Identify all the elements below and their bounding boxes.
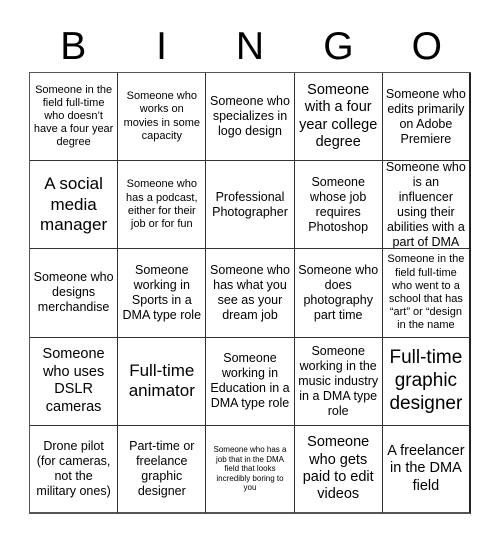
bingo-cell-o5[interactable]: A freelancer in the DMA field bbox=[382, 425, 471, 514]
bingo-cell-text: Someone whose job requires Photoshop bbox=[308, 174, 369, 234]
bingo-cell-o3[interactable]: Someone in the field full-time who went … bbox=[382, 249, 471, 338]
bingo-cell-text: Someone who is an influencer using their… bbox=[385, 161, 466, 249]
bingo-cell-b4[interactable]: Someone who uses DSLR cameras bbox=[30, 337, 119, 426]
bingo-cell-text: Someone who has a job that in the DMA fi… bbox=[213, 444, 287, 493]
bingo-cell-text: Someone who has what you see as your dre… bbox=[210, 262, 290, 322]
header-letter-n: N bbox=[235, 25, 265, 68]
bingo-cell-n3[interactable]: Someone who has what you see as your dre… bbox=[206, 249, 295, 338]
bingo-cell-g3[interactable]: Someone who does photography part time bbox=[294, 249, 383, 338]
bingo-cell-text: Full-time animator bbox=[128, 360, 195, 401]
bingo-cell-b3[interactable]: Someone who designs merchandise bbox=[30, 249, 119, 338]
bingo-cell-i2[interactable]: Someone who has a podcast, either for th… bbox=[118, 161, 207, 250]
bingo-cell-text: Part-time or freelance graphic designer bbox=[129, 438, 195, 498]
bingo-cell-text: Someone with a four year college degree bbox=[299, 81, 378, 150]
bingo-cell-text: Someone who has a podcast, either for th… bbox=[126, 178, 198, 230]
bingo-cell-g1[interactable]: Someone with a four year college degree bbox=[294, 73, 383, 162]
bingo-cell-b5[interactable]: Drone pilot (for cameras, not the milita… bbox=[30, 425, 119, 514]
header-letter-i: I bbox=[156, 25, 168, 68]
bingo-cell-text: A freelancer in the DMA field bbox=[387, 442, 465, 494]
bingo-cell-text: A social media manager bbox=[40, 174, 108, 234]
bingo-header: B I N G O bbox=[29, 22, 471, 72]
header-letter-g: G bbox=[323, 25, 354, 68]
bingo-cell-i1[interactable]: Someone who works on movies in some capa… bbox=[118, 73, 207, 162]
bingo-cell-text: Someone who does photography part time bbox=[298, 262, 379, 322]
bingo-cell-text: Someone who works on movies in some capa… bbox=[123, 90, 200, 142]
bingo-cell-n4[interactable]: Someone working in Education in a DMA ty… bbox=[206, 337, 295, 426]
bingo-cell-i4[interactable]: Full-time animator bbox=[118, 337, 207, 426]
bingo-cell-n5[interactable]: Someone who has a job that in the DMA fi… bbox=[206, 425, 295, 514]
bingo-board: Someone in the field full-time who doesn… bbox=[29, 72, 471, 514]
bingo-cell-g2[interactable]: Someone whose job requires Photoshop bbox=[294, 161, 383, 250]
bingo-cell-text: Someone working in the music industry in… bbox=[298, 343, 379, 418]
bingo-cell-text: Someone working in Education in a DMA ty… bbox=[210, 351, 290, 411]
bingo-cell-n1[interactable]: Someone who specializes in logo design bbox=[206, 73, 295, 162]
bingo-cell-text: Someone who uses DSLR cameras bbox=[42, 346, 105, 415]
bingo-cell-o1[interactable]: Someone who edits primarily on Adobe Pre… bbox=[382, 73, 471, 162]
bingo-cell-text: Someone working in Sports in a DMA type … bbox=[122, 262, 202, 322]
bingo-cell-text: Someone in the field full-time who doesn… bbox=[33, 83, 114, 149]
header-letter-o: O bbox=[411, 25, 442, 68]
bingo-cell-o2[interactable]: Someone who is an influencer using their… bbox=[382, 161, 471, 250]
bingo-cell-text: Someone who designs merchandise bbox=[33, 270, 114, 315]
bingo-cell-text: Someone in the field full-time who went … bbox=[387, 253, 465, 332]
bingo-cell-text: Full-time graphic designer bbox=[389, 347, 463, 414]
bingo-cell-g4[interactable]: Someone working in the music industry in… bbox=[294, 337, 383, 426]
bingo-cell-b1[interactable]: Someone in the field full-time who doesn… bbox=[30, 73, 119, 162]
bingo-cell-text: Someone who specializes in logo design bbox=[210, 94, 290, 139]
bingo-cell-g5[interactable]: Someone who gets paid to edit videos bbox=[294, 425, 383, 514]
bingo-cell-b2[interactable]: A social media manager bbox=[30, 161, 119, 250]
bingo-cell-i5[interactable]: Part-time or freelance graphic designer bbox=[118, 425, 207, 514]
header-letter-b: B bbox=[60, 25, 87, 68]
bingo-cell-o4[interactable]: Full-time graphic designer bbox=[382, 337, 471, 426]
bingo-cell-i3[interactable]: Someone working in Sports in a DMA type … bbox=[118, 249, 207, 338]
bingo-cell-text: Someone who gets paid to edit videos bbox=[302, 434, 374, 503]
bingo-cell-text: Drone pilot (for cameras, not the milita… bbox=[36, 438, 111, 498]
bingo-cell-n2[interactable]: Professional Photographer bbox=[206, 161, 295, 250]
bingo-cell-text: Someone who edits primarily on Adobe Pre… bbox=[385, 86, 466, 146]
bingo-cell-text: Professional Photographer bbox=[212, 189, 288, 219]
